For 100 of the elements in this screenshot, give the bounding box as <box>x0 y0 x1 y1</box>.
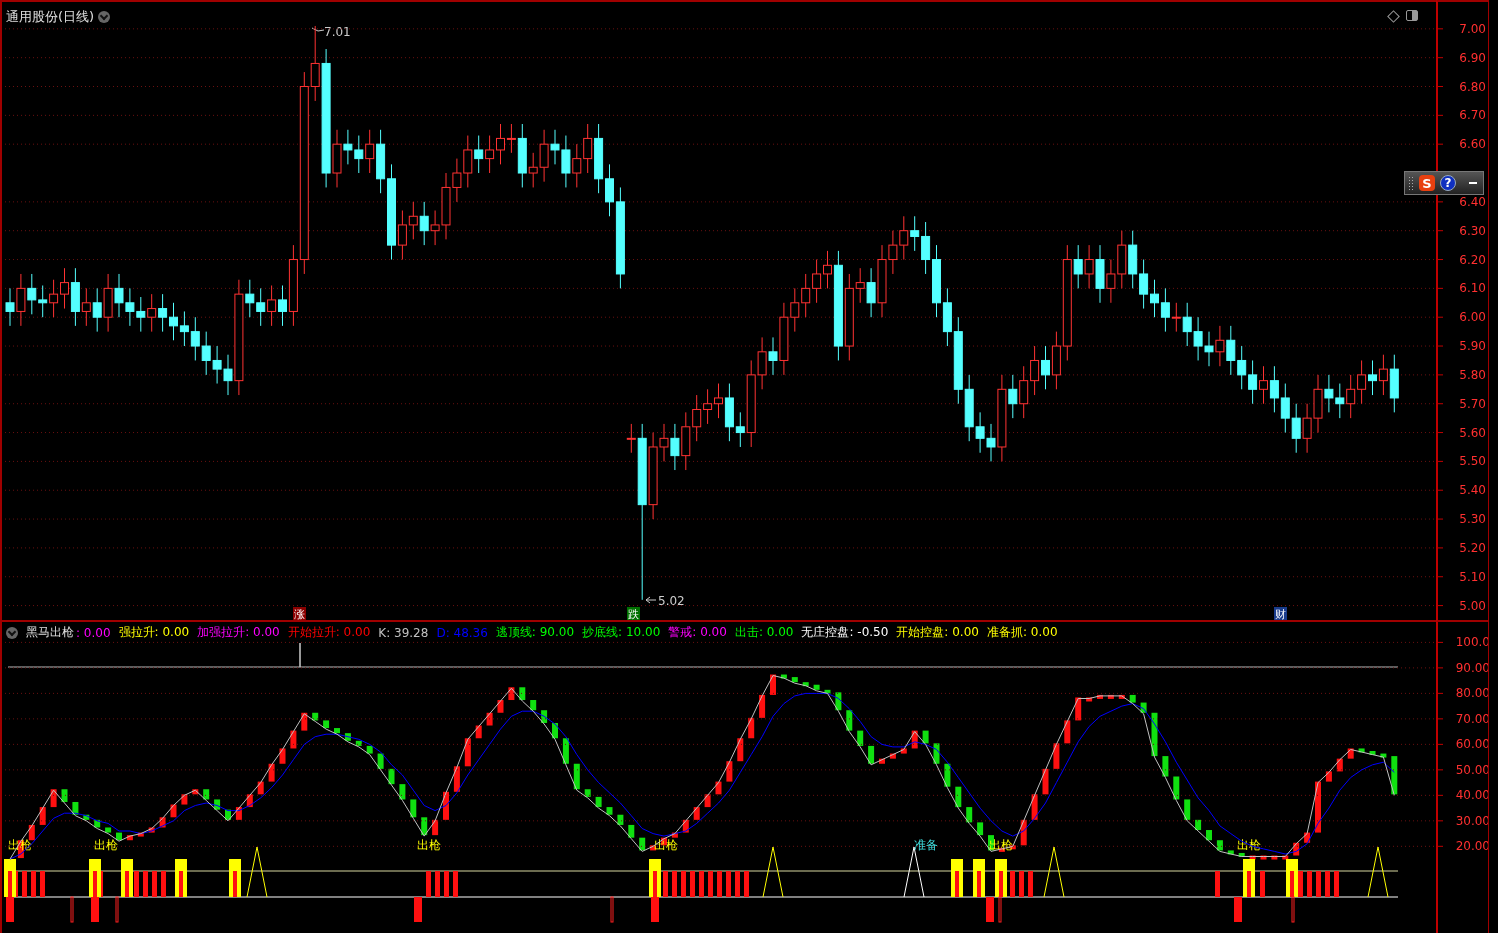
legend-value: 开始拉升: 0.00 <box>287 624 371 641</box>
dropdown-icon[interactable] <box>6 626 18 639</box>
axis-label: 5.50 <box>1459 454 1486 469</box>
axis-label: 5.20 <box>1459 540 1486 555</box>
axis-label: 6.40 <box>1459 194 1486 209</box>
axis-label: 6.80 <box>1459 79 1486 94</box>
candlestick <box>801 273 811 318</box>
candlestick <box>1346 374 1356 419</box>
candlestick <box>49 279 59 318</box>
legend-value: 强拉升: 0.00 <box>118 624 190 641</box>
candlestick <box>1280 383 1290 434</box>
legend-value: 开始控盘: 0.00 <box>896 624 979 641</box>
indicator-name: 黑马出枪 <box>26 624 74 641</box>
candlestick <box>496 123 505 165</box>
candlestick <box>1378 354 1388 396</box>
candlestick <box>27 273 37 315</box>
legend-value: 抄底线: 10.00 <box>582 624 661 641</box>
legend-value: 逃顶线: 90.00 <box>495 624 575 641</box>
candlestick <box>1215 325 1225 367</box>
marker-line <box>299 642 301 668</box>
candlestick <box>60 267 69 310</box>
candlestick <box>823 250 832 289</box>
candlestick <box>245 279 255 318</box>
axis-label: 6.60 <box>1459 137 1486 152</box>
candlestick <box>921 221 931 275</box>
grip-icon[interactable] <box>1408 176 1414 190</box>
candlestick <box>626 423 636 454</box>
axis-label: 5.70 <box>1459 396 1486 411</box>
candlestick <box>1160 287 1170 333</box>
axis-label: 6.90 <box>1459 50 1486 65</box>
candlestick <box>1237 345 1247 390</box>
candlestick <box>866 267 876 318</box>
axis-label: 5.90 <box>1459 339 1486 354</box>
candlestick <box>310 25 320 102</box>
candlestick <box>1226 325 1236 376</box>
candlestick <box>605 163 614 217</box>
axis-label: 6.70 <box>1459 108 1486 123</box>
candlestick <box>572 143 582 188</box>
candlestick <box>278 284 287 327</box>
candlestick <box>179 310 189 347</box>
axis-label: 5.00 <box>1459 598 1486 613</box>
axis-label: 5.30 <box>1459 512 1486 527</box>
legend-value: 无庄控盘: -0.50 <box>801 624 889 641</box>
candlestick <box>1073 244 1083 289</box>
candlestick <box>583 123 593 174</box>
axis-label: 6.10 <box>1459 281 1486 296</box>
candlestick <box>692 394 702 442</box>
axis-label: 5.40 <box>1459 483 1486 498</box>
candlestick <box>267 284 277 327</box>
candlestick <box>735 411 745 448</box>
candlestick <box>1248 359 1258 405</box>
candlestick <box>81 287 91 327</box>
event-tag: 跌 <box>627 607 640 621</box>
candlestick <box>190 316 200 361</box>
legend-value: : 0.00 <box>76 625 111 640</box>
candlestick <box>768 336 778 376</box>
candlestick <box>812 259 822 304</box>
candlestick <box>1008 374 1018 419</box>
candlestick <box>408 201 418 240</box>
logo-button[interactable]: S <box>1419 175 1435 191</box>
signal-label: 出枪 <box>417 838 441 852</box>
candlestick <box>1171 302 1181 333</box>
candlestick <box>1139 259 1149 310</box>
axis-label: 7.00 <box>1459 21 1486 36</box>
axis-label: 5.60 <box>1459 425 1486 440</box>
candlestick <box>1019 365 1029 419</box>
candlestick <box>670 423 680 471</box>
chart-title: 通用股份(日线) <box>6 8 95 26</box>
candlestick <box>256 287 266 327</box>
candlestick <box>1368 359 1377 396</box>
legend-value: 准备抓: 0.00 <box>986 624 1058 641</box>
candlestick <box>397 210 407 261</box>
signal-label: 出枪 <box>94 838 118 852</box>
candlestick <box>855 267 865 304</box>
legend-value: D: 48.36 <box>436 625 488 640</box>
candlestick <box>703 388 713 425</box>
candlestick <box>474 135 484 174</box>
help-button[interactable]: ? <box>1440 175 1456 191</box>
legend-value: 加强拉升: 0.00 <box>197 624 280 641</box>
candlestick <box>1259 365 1268 405</box>
axis-label: 6.30 <box>1459 223 1486 238</box>
signal-label: 准备 <box>914 838 938 852</box>
legend-value: 警戒: 0.00 <box>668 624 727 641</box>
candlestick <box>485 135 495 174</box>
candlestick <box>158 293 168 333</box>
candlestick <box>5 287 15 327</box>
candlestick <box>910 215 920 252</box>
candlestick <box>16 273 26 327</box>
axis-label: 6.00 <box>1459 310 1486 325</box>
candlestick <box>1357 359 1367 405</box>
axis-label: 5.80 <box>1459 367 1486 382</box>
legend-value: K: 39.28 <box>378 625 429 640</box>
axis-label: 5.10 <box>1459 569 1486 584</box>
candlestick <box>1269 365 1279 413</box>
dropdown-icon[interactable] <box>98 11 111 23</box>
legend-value: 出击: 0.00 <box>734 624 794 641</box>
candlestick <box>1291 403 1301 454</box>
axis-label: 6.20 <box>1459 252 1486 267</box>
candlestick <box>419 201 429 246</box>
panel-toggle-icon[interactable] <box>1406 10 1418 21</box>
